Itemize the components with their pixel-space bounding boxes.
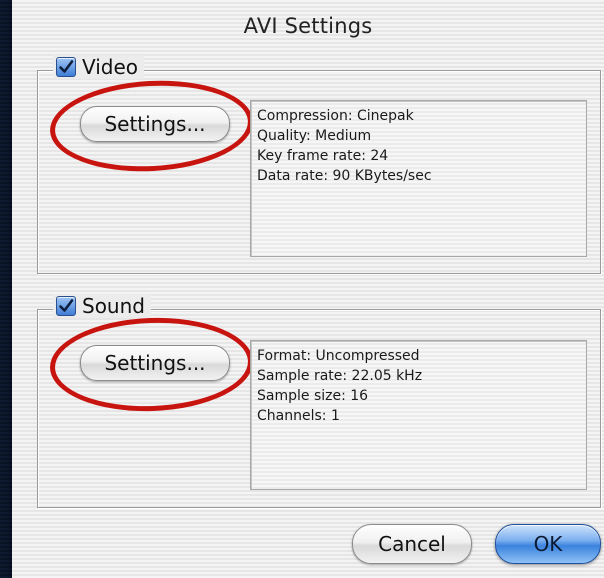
video-compression: Compression: Cinepak [257,108,414,124]
video-key-frame-rate: Key frame rate: 24 [257,148,389,164]
video-settings-button[interactable]: Settings... [80,106,230,142]
video-quality: Quality: Medium [257,128,372,144]
video-group: Video Settings... Compression: Cinepak Q… [37,55,601,274]
sound-label: Sound [82,294,145,318]
video-label: Video [82,55,139,79]
dialog-title: AVI Settings [243,14,373,38]
cancel-button[interactable]: Cancel [352,524,472,564]
video-group-header: Video [53,55,145,79]
video-data-rate: Data rate: 90 KBytes/sec [257,168,432,184]
sound-group: Sound Settings... Format: Uncompressed S… [37,294,601,508]
sound-sample-size: Sample size: 16 [257,388,369,404]
sound-settings-button[interactable]: Settings... [80,345,230,381]
checkmark-icon [59,299,74,312]
sound-checkbox[interactable] [56,296,76,316]
video-checkbox[interactable] [56,57,76,77]
sound-info-panel: Format: Uncompressed Sample rate: 22.05 … [250,340,587,490]
avi-settings-dialog: AVI Settings Video Settings... Compressi… [12,0,604,578]
sound-group-header: Sound [53,294,151,318]
checkmark-icon [59,60,74,73]
video-info-panel: Compression: Cinepak Quality: Medium Key… [250,100,587,257]
ok-button[interactable]: OK [495,524,601,564]
sound-sample-rate: Sample rate: 22.05 kHz [257,368,423,384]
sound-channels: Channels: 1 [257,408,340,424]
sound-format: Format: Uncompressed [257,348,420,364]
